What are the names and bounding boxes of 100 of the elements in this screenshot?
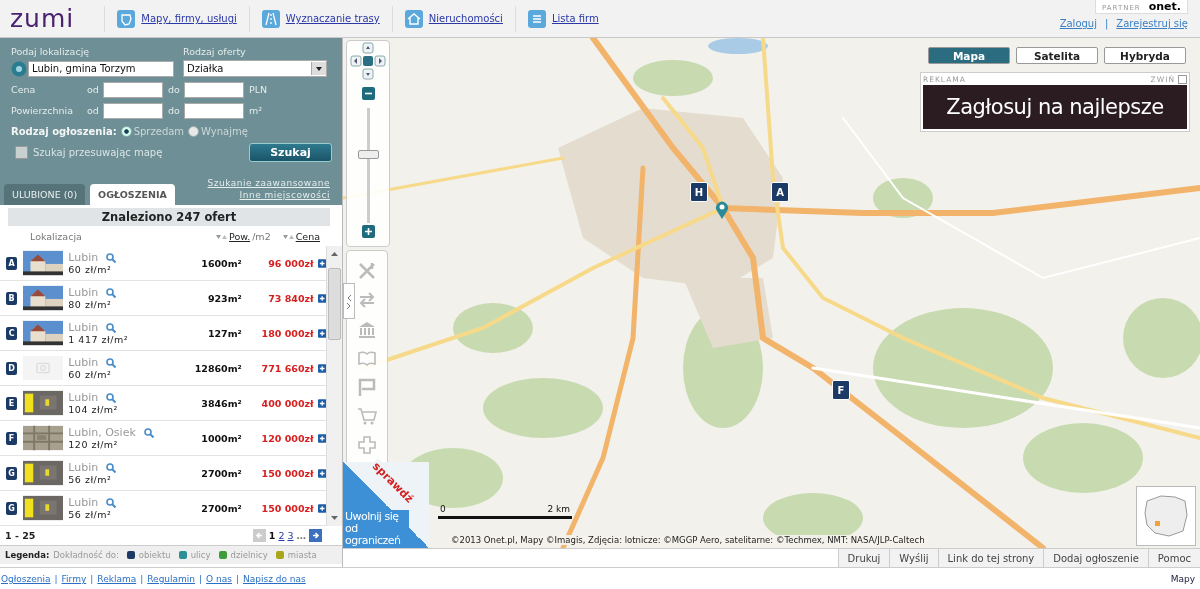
checkbox-icon[interactable] bbox=[1178, 75, 1187, 84]
scale-label: 0 bbox=[440, 504, 446, 514]
area-value: 12860m² bbox=[193, 362, 242, 374]
field-label: do bbox=[168, 84, 181, 95]
footer-link[interactable]: Firmy bbox=[61, 574, 87, 584]
listing-row[interactable]: G Lubin 56 zł/m² 2700m² 150 000zł bbox=[0, 456, 326, 491]
separator: | bbox=[1105, 18, 1109, 29]
sort-icon[interactable] bbox=[216, 232, 228, 240]
footer-link[interactable]: Ogłoszenia bbox=[1, 574, 51, 584]
listing-row[interactable]: D Lubin 60 zł/m² 12860m² 771 660zł bbox=[0, 351, 326, 386]
flag-icon[interactable] bbox=[357, 377, 377, 397]
price-value: 120 000zł bbox=[260, 432, 314, 444]
listing-row[interactable]: C Lubin 1 417 zł/m² 127m² 180 000zł bbox=[0, 316, 326, 351]
range-input[interactable] bbox=[184, 81, 244, 98]
plus-icon[interactable] bbox=[317, 398, 326, 408]
range-input[interactable] bbox=[184, 102, 244, 119]
plus-icon[interactable] bbox=[317, 468, 326, 478]
panel-toggle[interactable] bbox=[343, 283, 355, 319]
listing-row[interactable]: G Lubin 56 zł/m² 2700m² 150 000zł bbox=[0, 491, 326, 526]
map-marker[interactable]: F bbox=[832, 380, 850, 400]
toolbar-button[interactable]: Drukuj bbox=[837, 549, 890, 567]
location-input[interactable]: Lubin, gmina Torzym bbox=[28, 60, 174, 77]
tab[interactable]: ULUBIONE (0) bbox=[4, 184, 86, 205]
road-icon[interactable] bbox=[261, 9, 280, 28]
nav-link[interactable]: Mapy, firmy, usługi bbox=[141, 13, 237, 24]
ad-banner[interactable]: Zagłosuj na najlepsze bbox=[923, 85, 1187, 129]
search-icon[interactable] bbox=[106, 287, 117, 298]
search-icon[interactable] bbox=[106, 462, 117, 473]
page-link[interactable]: 1 bbox=[268, 530, 276, 541]
search-icon[interactable] bbox=[106, 392, 117, 403]
plus-icon[interactable] bbox=[317, 433, 326, 443]
listing-row[interactable]: E Lubin 104 zł/m² 3846m² 400 000zł bbox=[0, 386, 326, 421]
cross-icon[interactable] bbox=[357, 435, 377, 455]
nav-link[interactable]: Lista firm bbox=[551, 13, 599, 24]
listing-row[interactable]: F Lubin, Osiek 120 zł/m² 1000m² 120 000zł bbox=[0, 421, 326, 456]
map-icon[interactable] bbox=[117, 9, 136, 28]
nav-link[interactable]: Nieruchomości bbox=[428, 13, 503, 24]
toolbar-button[interactable]: Wyślij bbox=[889, 549, 938, 567]
cart-icon[interactable] bbox=[357, 406, 377, 426]
list-icon[interactable] bbox=[527, 9, 546, 28]
bank-icon[interactable] bbox=[357, 319, 377, 339]
scrollbar[interactable] bbox=[326, 246, 342, 526]
toolbar-button[interactable]: Link do tej strony bbox=[937, 549, 1044, 567]
range-input[interactable] bbox=[103, 81, 163, 98]
plus-icon[interactable] bbox=[317, 363, 326, 373]
map-type-button[interactable]: Satelita bbox=[1016, 47, 1098, 64]
page-link[interactable]: 3 bbox=[287, 530, 294, 541]
arrow-down-icon[interactable] bbox=[330, 514, 339, 522]
footer-link[interactable]: O nas bbox=[206, 574, 232, 584]
sort-link[interactable]: Cena bbox=[295, 230, 320, 242]
zoom-slider-thumb[interactable] bbox=[358, 150, 379, 160]
scrollbar-thumb[interactable] bbox=[328, 268, 341, 340]
range-input[interactable] bbox=[103, 102, 163, 119]
building-photo bbox=[23, 250, 64, 276]
search-icon[interactable] bbox=[106, 357, 117, 368]
price-value: 96 000zł bbox=[267, 257, 314, 269]
plus-icon[interactable] bbox=[317, 328, 326, 338]
zoom-in-button[interactable] bbox=[362, 225, 375, 238]
overview-map[interactable] bbox=[1136, 486, 1196, 546]
footer-link[interactable]: Napisz do nas bbox=[243, 574, 306, 584]
map-type-button[interactable]: Hybryda bbox=[1104, 47, 1186, 64]
map-marker[interactable]: A bbox=[771, 182, 789, 202]
search-button[interactable]: Szukaj bbox=[249, 143, 332, 162]
footer-link[interactable]: Reklama bbox=[97, 574, 137, 584]
plus-icon[interactable] bbox=[317, 258, 326, 268]
sort-icon[interactable] bbox=[282, 232, 294, 240]
toolbar-button[interactable]: Dodaj ogłoszenie bbox=[1043, 549, 1148, 567]
caret-icon[interactable] bbox=[311, 62, 326, 75]
offer-type-select[interactable]: Działka bbox=[183, 60, 327, 77]
map-type-button[interactable]: Mapa bbox=[928, 47, 1010, 64]
account-link[interactable]: Zarejestruj się bbox=[1116, 18, 1188, 29]
arrows-icon[interactable] bbox=[357, 290, 377, 310]
pan-control-icon[interactable] bbox=[350, 42, 386, 82]
house-icon[interactable] bbox=[404, 9, 423, 28]
listing-row[interactable]: B Lubin 80 zł/m² 923m² 73 840zł bbox=[0, 281, 326, 316]
nav-link[interactable]: Wyznaczanie trasy bbox=[285, 13, 380, 24]
search-icon[interactable] bbox=[106, 322, 117, 333]
tab[interactable]: OGŁOSZENIA bbox=[90, 184, 175, 205]
logo[interactable]: zumi bbox=[0, 4, 105, 33]
toolbar-button[interactable]: Pomoc bbox=[1147, 549, 1200, 567]
map-marker[interactable]: H bbox=[690, 182, 708, 202]
aerial-photo bbox=[23, 425, 64, 451]
zoom-out-button[interactable] bbox=[362, 87, 375, 100]
location-icon[interactable] bbox=[11, 60, 27, 77]
plus-icon[interactable] bbox=[317, 503, 326, 513]
listing-row[interactable]: A Lubin 60 zł/m² 1600m² 96 000zł bbox=[0, 246, 326, 281]
page-link[interactable]: 2 bbox=[278, 530, 285, 541]
search-icon[interactable] bbox=[106, 497, 117, 508]
cutlery-icon[interactable] bbox=[357, 261, 377, 281]
field-label: Podaj lokalizację bbox=[11, 46, 91, 57]
field-label: Rodzaj ogłoszenia: bbox=[11, 126, 117, 137]
arrow-up-icon[interactable] bbox=[330, 250, 339, 258]
sort-link[interactable]: Pow. bbox=[229, 230, 251, 242]
search-icon[interactable] bbox=[143, 427, 154, 438]
plus-icon[interactable] bbox=[317, 293, 326, 303]
footer-link[interactable]: Regulamin bbox=[147, 574, 196, 584]
search-icon[interactable] bbox=[106, 252, 117, 263]
price-value: 73 840zł bbox=[267, 292, 314, 304]
account-link[interactable]: Zaloguj bbox=[1059, 18, 1097, 29]
location-pin-icon[interactable] bbox=[715, 201, 729, 219]
